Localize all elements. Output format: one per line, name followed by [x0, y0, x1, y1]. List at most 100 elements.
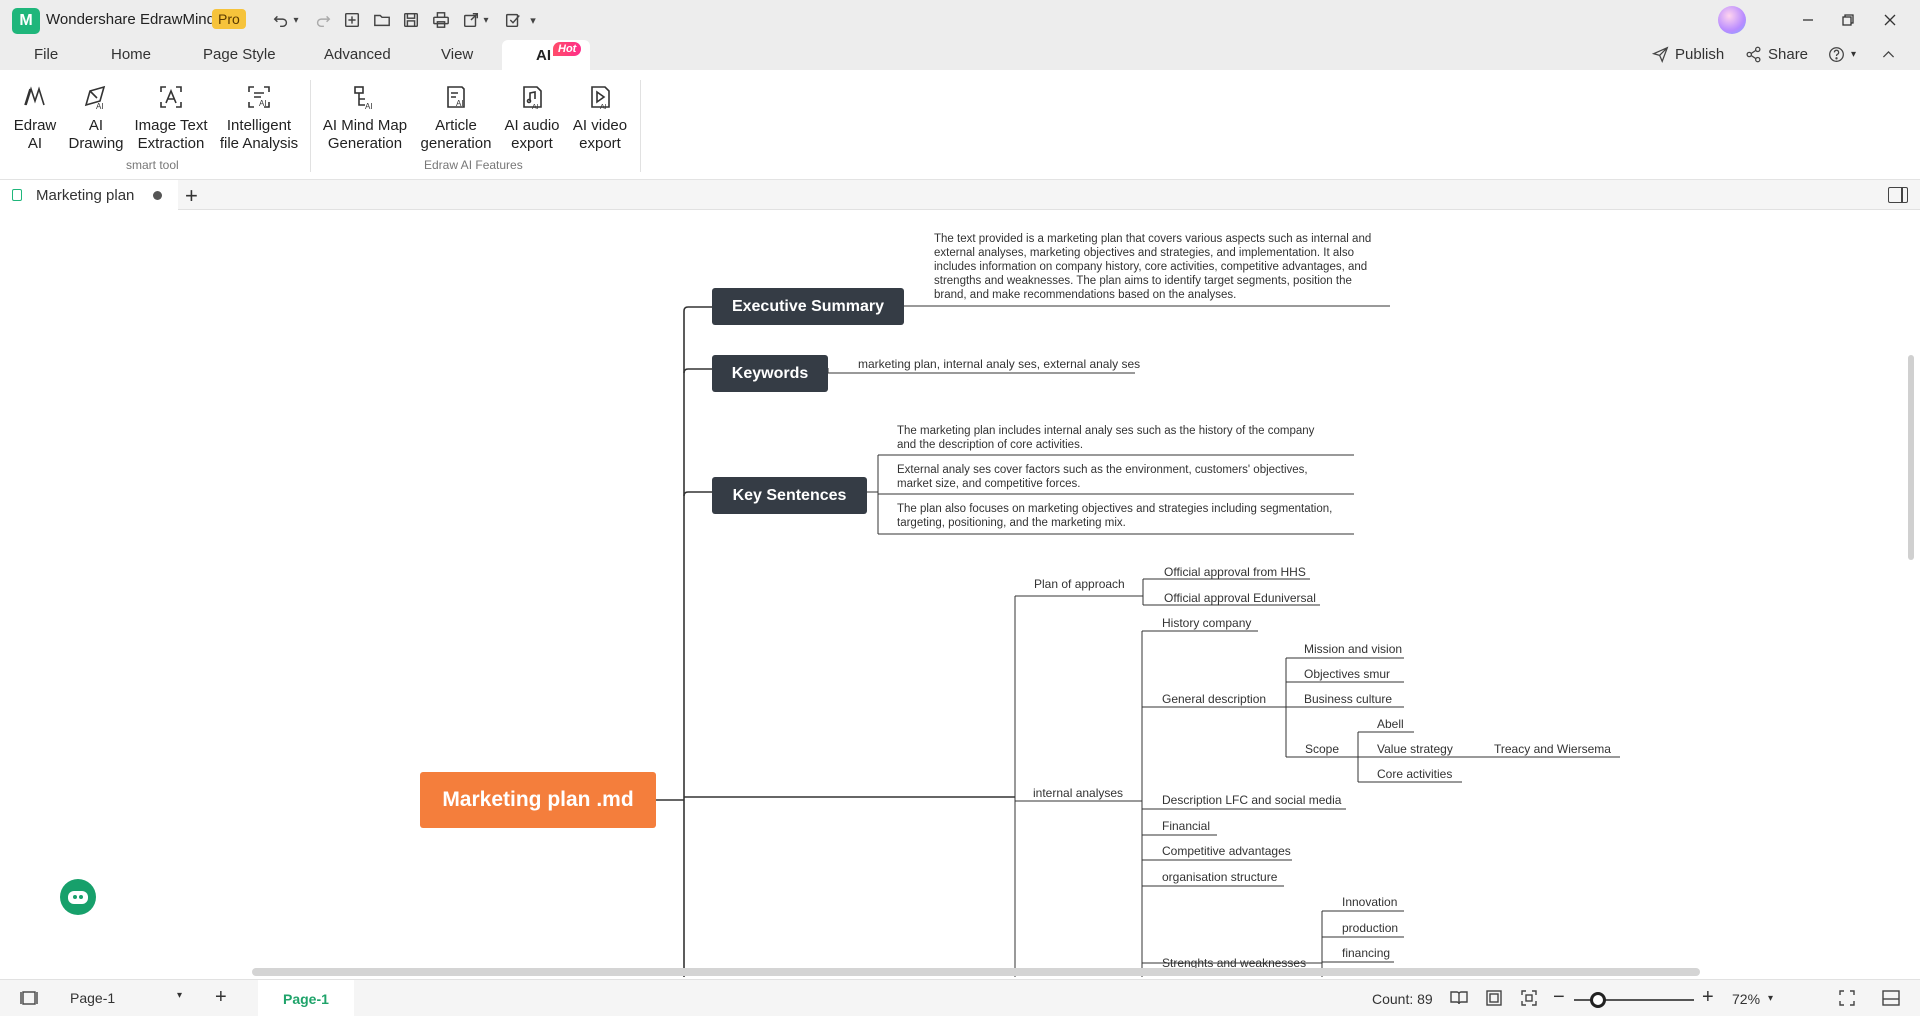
image-text-label-2: Extraction: [137, 135, 205, 152]
menu-file[interactable]: File: [34, 46, 58, 63]
page-select[interactable]: Page-1 ▾: [62, 986, 188, 1011]
print-icon[interactable]: [428, 8, 454, 32]
internal-analysis-child[interactable]: Description LFC and social media: [1162, 793, 1341, 807]
close-icon[interactable]: [1872, 6, 1908, 34]
general-description-child[interactable]: Business culture: [1304, 692, 1392, 706]
summary-line: brand, and make recommendations based on…: [934, 289, 1237, 301]
strengths-child-node[interactable]: financing: [1342, 946, 1390, 960]
unsaved-indicator-icon[interactable]: [153, 191, 162, 200]
help-icon: [1829, 47, 1844, 62]
central-topic-node[interactable]: Marketing plan .md: [420, 772, 656, 828]
mind-map-canvas[interactable]: Executive Summary Keywords Key Sentences…: [0, 211, 1920, 977]
internal-analysis-child[interactable]: Financial: [1162, 819, 1210, 833]
add-page-button[interactable]: +: [215, 986, 227, 1009]
book-view-icon[interactable]: [1450, 990, 1468, 1006]
document-tabs-bar: Marketing plan +: [0, 180, 1920, 210]
strengths-child-node[interactable]: Innovation: [1342, 895, 1397, 909]
key-sentence-1[interactable]: The marketing plan includes internal ana…: [897, 424, 1357, 452]
horizontal-scrollbar[interactable]: [252, 968, 1700, 976]
zoom-in-button[interactable]: +: [1702, 986, 1714, 1009]
ai-video-export-button[interactable]: AI AI video export: [568, 82, 632, 153]
key-sentence-2[interactable]: External analy ses cover factors such as…: [897, 463, 1357, 491]
scope-child-node[interactable]: Abell: [1377, 717, 1404, 731]
side-panel-toggle-icon[interactable]: [1888, 187, 1908, 203]
send-icon: [1652, 46, 1669, 63]
ai-drawing-icon: AI: [81, 82, 111, 112]
checklist-icon[interactable]: [500, 8, 526, 32]
menu-page-style[interactable]: Page Style: [203, 46, 276, 63]
page-panel-toggle-icon[interactable]: [20, 990, 38, 1006]
internal-analysis-child[interactable]: Competitive advantages: [1162, 844, 1291, 858]
open-folder-icon[interactable]: [369, 8, 395, 32]
vertical-scrollbar[interactable]: [1908, 355, 1914, 560]
share-button[interactable]: Share: [1745, 46, 1808, 63]
summary-line: external analyses, marketing objectives …: [934, 247, 1354, 259]
svg-text:AI: AI: [365, 102, 373, 111]
approach-child-node[interactable]: Official approval Eduniversal: [1164, 591, 1316, 605]
history-company-node[interactable]: History company: [1162, 616, 1251, 630]
general-description-child[interactable]: Mission and vision: [1304, 642, 1402, 656]
restore-icon[interactable]: [1830, 6, 1866, 34]
title-bar: M Wondershare EdrawMind Pro ▾ ▾ ▾: [0, 0, 1920, 40]
fit-page-icon[interactable]: [1485, 990, 1503, 1006]
executive-summary-text[interactable]: The text provided is a marketing plan th…: [934, 232, 1404, 302]
scope-child-node[interactable]: Core activities: [1377, 767, 1452, 781]
approach-child-node[interactable]: Official approval from HHS: [1164, 565, 1306, 579]
key-sentence-3[interactable]: The plan also focuses on marketing objec…: [897, 502, 1357, 530]
count-label: Count: 89: [1372, 991, 1433, 1007]
plan-of-approach-node[interactable]: Plan of approach: [1034, 577, 1125, 591]
minimize-icon[interactable]: [1790, 6, 1826, 34]
undo-dropdown-icon[interactable]: ▾: [290, 8, 302, 32]
publish-button[interactable]: Publish: [1652, 46, 1724, 63]
menu-advanced[interactable]: Advanced: [324, 46, 391, 63]
zoom-level[interactable]: 72%: [1732, 991, 1760, 1007]
general-description-child[interactable]: Objectives smur: [1304, 667, 1390, 681]
article-generation-button[interactable]: AI Article generation: [418, 82, 494, 153]
edraw-ai-button[interactable]: Edraw AI: [10, 82, 60, 153]
ai-mind-map-generation-button[interactable]: AI AI Mind Map Generation: [318, 82, 412, 153]
export-dropdown-icon[interactable]: ▾: [480, 8, 492, 32]
value-strategy-child-node[interactable]: Treacy and Wiersema: [1494, 742, 1611, 756]
collapse-ribbon-button[interactable]: [1880, 46, 1897, 63]
ai-audio-export-button[interactable]: AI AI audio export: [500, 82, 564, 153]
zoom-out-button[interactable]: −: [1553, 986, 1565, 1009]
help-button[interactable]: ▾: [1828, 46, 1856, 63]
scope-child-node[interactable]: Value strategy: [1377, 742, 1453, 756]
save-icon[interactable]: [398, 8, 424, 32]
ai-drawing-button[interactable]: AI AI Drawing: [66, 82, 126, 153]
key-sentences-node[interactable]: Key Sentences: [712, 477, 867, 514]
svg-text:AI: AI: [456, 99, 464, 108]
file-analysis-icon: AI: [244, 82, 274, 112]
new-file-icon[interactable]: [339, 8, 365, 32]
zoom-slider-thumb[interactable]: [1590, 992, 1606, 1008]
keywords-node[interactable]: Keywords: [712, 355, 828, 392]
chevron-down-icon: ▾: [176, 990, 182, 1001]
image-text-extraction-button[interactable]: Image Text Extraction: [132, 82, 210, 153]
robot-face: [68, 890, 88, 904]
general-description-node[interactable]: General description: [1162, 692, 1266, 706]
fullscreen-icon[interactable]: [1838, 990, 1856, 1006]
intelligent-file-analysis-button[interactable]: AI Intelligent file Analysis: [218, 82, 300, 153]
redo-icon[interactable]: [310, 8, 336, 32]
strengths-child-node[interactable]: production: [1342, 921, 1398, 935]
fit-window-icon[interactable]: [1520, 990, 1538, 1006]
hot-badge: Hot: [553, 42, 582, 56]
menu-bar: File Home Page Style Advanced View AI Ho…: [0, 40, 1920, 70]
menu-home[interactable]: Home: [111, 46, 151, 63]
internal-analysis-child[interactable]: organisation structure: [1162, 870, 1277, 884]
add-tab-button[interactable]: +: [185, 183, 198, 209]
key-sentence-line: targeting, positioning, and the marketin…: [897, 517, 1126, 529]
executive-summary-node[interactable]: Executive Summary: [712, 288, 904, 325]
panel-collapse-icon[interactable]: [1882, 990, 1900, 1006]
zoom-dropdown-icon[interactable]: ▾: [1768, 993, 1773, 1004]
ai-assistant-robot-icon[interactable]: [60, 879, 96, 915]
keywords-text[interactable]: marketing plan, internal analy ses, exte…: [858, 357, 1140, 371]
scope-node[interactable]: Scope: [1305, 742, 1339, 756]
more-icon[interactable]: ▾: [526, 8, 540, 32]
menu-ai[interactable]: AI: [536, 47, 551, 64]
menu-view[interactable]: View: [441, 46, 473, 63]
user-avatar[interactable]: [1718, 6, 1746, 34]
internal-analyses-node[interactable]: internal analyses: [1033, 786, 1123, 800]
group-separator: [310, 80, 311, 172]
document-tab[interactable]: Marketing plan: [0, 180, 178, 210]
